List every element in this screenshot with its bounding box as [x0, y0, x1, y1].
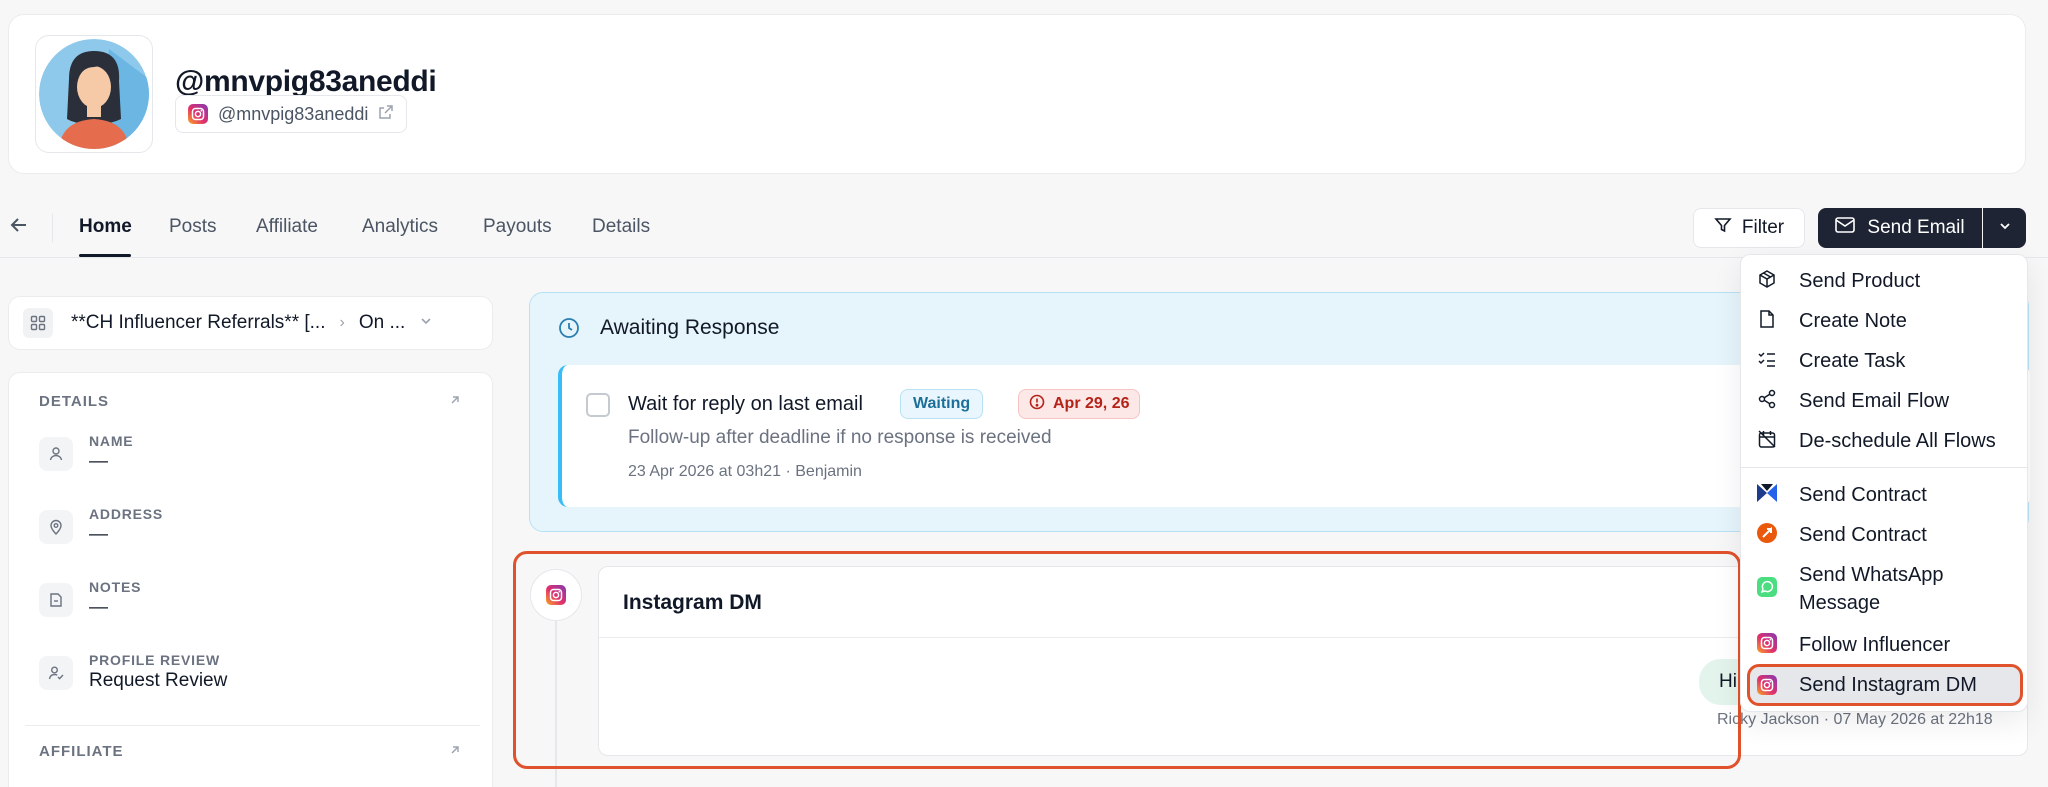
instagram-profile-link[interactable]: @mnvpig83aneddi [175, 95, 408, 133]
file-icon [39, 583, 73, 617]
affiliate-section-label: AFFILIATE [39, 743, 124, 760]
field-notes: NOTES — [39, 579, 141, 619]
tab-payouts[interactable]: Payouts [483, 216, 552, 238]
menu-item-label: Create Note [1799, 310, 1907, 332]
user-check-icon [39, 656, 73, 690]
menu-item-de-schedule-all-flows[interactable]: De-schedule All Flows [1741, 427, 2027, 455]
field-profile-review: PROFILE REVIEW Request Review [39, 652, 227, 692]
package-icon [1755, 267, 1779, 291]
tab-home[interactable]: Home [79, 216, 132, 238]
menu-item-label: Send Instagram DM [1799, 674, 1977, 696]
menu-item-send-contract-1[interactable]: Send Contract [1741, 481, 2027, 509]
menu-item-send-contract-2[interactable]: Send Contract [1741, 521, 2027, 549]
instagram-handle: @mnvpig83aneddi [218, 103, 369, 124]
menu-item-label: Send Email Flow [1799, 390, 1950, 412]
chevron-down-icon [419, 312, 433, 334]
external-link-icon [378, 104, 394, 125]
note-icon [1755, 307, 1779, 331]
tab-affiliate[interactable]: Affiliate [256, 216, 318, 238]
field-value: — [89, 597, 108, 618]
field-label: ADDRESS [89, 506, 164, 522]
field-label: NOTES [89, 579, 142, 595]
filter-label: Filter [1741, 217, 1785, 238]
divider [52, 214, 53, 242]
filter-button[interactable]: Filter [1693, 208, 1805, 248]
tab-analytics[interactable]: Analytics [362, 216, 438, 238]
tab-details[interactable]: Details [592, 216, 650, 238]
menu-item-label: Send Product [1799, 270, 1921, 292]
status-badge: Waiting [900, 389, 984, 419]
whatsapp-icon [1755, 575, 1779, 599]
send-email-dropdown-menu: Send Product Create Note Create Task Sen… [1740, 254, 2028, 712]
user-icon [39, 437, 73, 471]
expand-icon[interactable] [448, 743, 462, 762]
details-section-label: DETAILS [39, 393, 110, 410]
menu-item-label: Send WhatsApp Message [1799, 564, 1944, 614]
contract-x-icon [1755, 481, 1779, 505]
tab-posts[interactable]: Posts [169, 216, 217, 238]
field-value: — [89, 451, 108, 472]
checklist-icon [1755, 347, 1779, 371]
instagram-icon [188, 104, 208, 124]
menu-item-label: De-schedule All Flows [1799, 430, 1996, 452]
campaign-name: **CH Influencer Referrals** [... [71, 312, 326, 333]
divider [25, 725, 480, 726]
grid-icon [23, 308, 53, 338]
avatar [39, 39, 149, 149]
mail-icon [1835, 217, 1856, 239]
due-date-text: Apr 29, 26 [1053, 395, 1130, 412]
share-nodes-icon [1755, 387, 1779, 411]
send-email-label: Send Email [1867, 217, 1965, 238]
instagram-icon [1755, 673, 1779, 697]
menu-item-create-note[interactable]: Create Note [1741, 307, 2027, 335]
menu-item-label: Send Contract [1799, 484, 1927, 506]
filter-icon [1714, 216, 1732, 240]
clock-icon [558, 317, 580, 344]
campaign-selector[interactable]: **CH Influencer Referrals** [... › On ..… [8, 296, 493, 350]
task-meta: 23 Apr 2026 at 03h21 · Benjamin [628, 463, 862, 480]
field-name: NAME — [39, 433, 133, 473]
menu-item-send-email-flow[interactable]: Send Email Flow [1741, 387, 2027, 415]
dm-highlight-outline [513, 551, 1741, 769]
menu-item-send-instagram-dm[interactable]: Send Instagram DM [1747, 664, 2023, 706]
active-tab-indicator [79, 254, 131, 257]
due-date-badge: Apr 29, 26 [1018, 389, 1141, 419]
menu-divider [1741, 467, 2027, 468]
expand-icon[interactable] [448, 393, 462, 412]
campaign-stage: On ... [358, 312, 406, 333]
avatar-frame [35, 35, 153, 153]
task-title: Wait for reply on last email [628, 393, 863, 415]
field-value: — [89, 524, 108, 545]
menu-item-create-task[interactable]: Create Task [1741, 347, 2027, 375]
instagram-icon [1755, 631, 1779, 655]
chevron-right-icon: › [339, 314, 345, 331]
task-checkbox[interactable] [586, 393, 610, 417]
menu-item-send-product[interactable]: Send Product [1741, 267, 2027, 295]
message-meta: Ricky Jackson · 07 May 2026 at 22h18 [1717, 711, 1993, 728]
back-arrow-icon[interactable] [10, 214, 28, 240]
contract-orange-icon [1755, 521, 1779, 545]
map-pin-icon [39, 510, 73, 544]
field-label: NAME [89, 433, 134, 449]
menu-item-label: Send Contract [1799, 524, 1927, 546]
chevron-down-icon [1998, 219, 2012, 238]
alert-circle-icon [1029, 394, 1045, 415]
field-label: PROFILE REVIEW [89, 652, 220, 668]
menu-item-follow-influencer[interactable]: Follow Influencer [1741, 631, 2027, 659]
field-address: ADDRESS — [39, 506, 163, 546]
profile-header: @mnvpig83aneddi @mnvpig83aneddi [8, 14, 2026, 174]
details-panel: DETAILS NAME — ADDRESS — NOTES — PROFILE… [8, 372, 493, 787]
send-email-button[interactable]: Send Email [1818, 208, 1982, 248]
task-description: Follow-up after deadline if no response … [628, 427, 1052, 448]
awaiting-response-title: Awaiting Response [600, 316, 780, 339]
menu-item-send-whatsapp-message[interactable]: Send WhatsApp Message [1741, 561, 2027, 617]
menu-item-label: Follow Influencer [1799, 634, 1951, 656]
profile-handle: @mnvpig83aneddi [175, 65, 437, 98]
menu-item-label: Create Task [1799, 350, 1906, 372]
calendar-off-icon [1755, 427, 1779, 451]
request-review-link[interactable]: Request Review [89, 670, 227, 692]
send-email-dropdown-toggle[interactable] [1983, 208, 2026, 248]
